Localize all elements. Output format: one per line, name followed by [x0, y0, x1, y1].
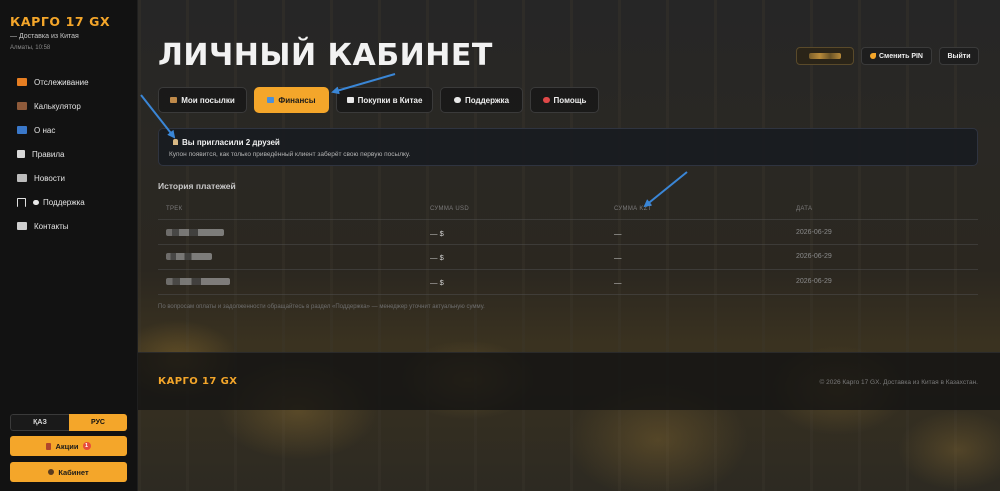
footer-copyright: © 2026 Карго 17 GX. Доставка из Китая в … — [819, 379, 979, 386]
headphones-icon — [17, 197, 26, 207]
blurred-user-id — [809, 53, 841, 59]
tab-label: Финансы — [278, 95, 316, 105]
promotions-badge: 1 — [82, 442, 91, 450]
table-cell-kzt: — — [614, 229, 622, 238]
table-divider — [158, 219, 978, 220]
logout-button[interactable]: Выйти — [939, 47, 979, 65]
language-switch: ҚАЗ РУС — [10, 414, 127, 431]
tab-finances[interactable]: Финансы — [254, 87, 329, 113]
pin-icon — [46, 442, 52, 450]
promotions-button[interactable]: Акции 1 — [10, 436, 127, 456]
table-cell-usd: — $ — [430, 253, 444, 262]
flag-icon — [346, 97, 354, 103]
user-pill[interactable] — [796, 47, 854, 65]
cabinet-button[interactable]: Кабинет — [10, 462, 127, 482]
sidebar-item-tracking[interactable]: Отслеживание — [0, 70, 138, 94]
brand-subtitle: — Доставка из Китая — [10, 33, 79, 40]
referral-subtitle: Купон появится, как только приведённый к… — [169, 151, 411, 158]
table-divider — [158, 294, 978, 295]
sidebar-item-support[interactable]: Поддержка — [0, 190, 138, 214]
table-cell-kzt: — — [614, 278, 622, 287]
news-icon — [17, 174, 27, 182]
tab-label: Покупки в Китае — [357, 95, 423, 105]
change-pin-button[interactable]: Сменить PIN — [861, 47, 932, 65]
cabinet-label: Кабинет — [58, 467, 89, 477]
brand-location: Алматы, 10:58 — [10, 45, 51, 51]
calculator-icon — [17, 102, 27, 110]
sidebar-item-label: Отслеживание — [34, 77, 89, 87]
footer: КАРГО 17 GX © 2026 Карго 17 GX. Доставка… — [138, 352, 1000, 410]
table-cell-kzt: — — [614, 253, 622, 262]
tab-label: Помощь — [553, 95, 587, 105]
tab-help[interactable]: Помощь — [530, 87, 599, 113]
question-icon — [542, 97, 550, 103]
page-title: ЛИЧНЫЙ КАБИНЕТ — [158, 38, 493, 73]
user-icon — [48, 469, 55, 475]
table-cell-date: 2026-06-29 — [796, 229, 832, 236]
mail-icon — [17, 222, 27, 230]
sidebar-item-label: Калькулятор — [34, 101, 81, 111]
sidebar-item-label: О нас — [34, 125, 56, 135]
sidebar: КАРГО 17 GX — Доставка из Китая Алматы, … — [0, 0, 138, 491]
payments-note: По вопросам оплаты и задолженности обращ… — [158, 304, 485, 310]
sidebar-item-rules[interactable]: Правила — [0, 142, 138, 166]
change-pin-label: Сменить PIN — [878, 52, 923, 60]
card-icon — [267, 97, 275, 103]
referral-card: Вы пригласили 2 друзей Купон появится, к… — [158, 128, 978, 166]
chat-icon — [453, 97, 461, 103]
package-icon — [170, 97, 178, 103]
sidebar-item-contacts[interactable]: Контакты — [0, 214, 138, 238]
sidebar-item-news[interactable]: Новости — [0, 166, 138, 190]
column-header-track: ТРЕК — [166, 206, 183, 212]
table-cell-date: 2026-06-29 — [796, 253, 832, 260]
table-cell-usd: — $ — [430, 229, 444, 238]
table-cell-usd: — $ — [430, 278, 444, 287]
promotions-label: Акции — [55, 441, 79, 451]
referral-title: Вы пригласили 2 друзей — [173, 138, 280, 147]
table-cell-date: 2026-06-29 — [796, 278, 832, 285]
sidebar-item-label: Правила — [32, 149, 65, 159]
key-icon — [869, 53, 876, 59]
sidebar-nav: Отслеживание Калькулятор О нас Правила Н… — [0, 70, 138, 238]
table-divider — [158, 244, 978, 245]
tab-label: Мои посылки — [181, 95, 235, 105]
tab-china-purchases[interactable]: Покупки в Китае — [336, 87, 433, 113]
person-icon — [173, 139, 178, 145]
column-header-usd: СУММА USD — [430, 206, 469, 212]
tab-support[interactable]: Поддержка — [440, 87, 523, 113]
blurred-track-number — [166, 253, 212, 260]
payments-title: История платежей — [158, 181, 236, 191]
table-divider — [158, 269, 978, 270]
lang-kz-button[interactable]: ҚАЗ — [10, 414, 69, 431]
blurred-track-number — [166, 278, 230, 285]
footer-brand[interactable]: КАРГО 17 GX — [158, 376, 237, 387]
sidebar-item-about[interactable]: О нас — [0, 118, 138, 142]
column-header-date: ДАТА — [796, 206, 813, 212]
truck-icon — [17, 78, 27, 86]
sidebar-item-label: Поддержка — [43, 197, 85, 207]
info-icon — [17, 126, 27, 134]
brand-logo[interactable]: КАРГО 17 GX — [10, 14, 110, 29]
tab-label: Поддержка — [464, 95, 510, 105]
chat-bubble-icon — [33, 199, 39, 205]
sidebar-item-label: Новости — [34, 173, 65, 183]
column-header-kzt: СУММА KZT — [614, 206, 652, 212]
document-icon — [17, 150, 25, 158]
blurred-track-number — [166, 229, 224, 236]
sidebar-item-calculator[interactable]: Калькулятор — [0, 94, 138, 118]
lang-ru-button[interactable]: РУС — [69, 414, 127, 431]
sidebar-item-label: Контакты — [34, 221, 69, 231]
tab-my-parcels[interactable]: Мои посылки — [158, 87, 247, 113]
